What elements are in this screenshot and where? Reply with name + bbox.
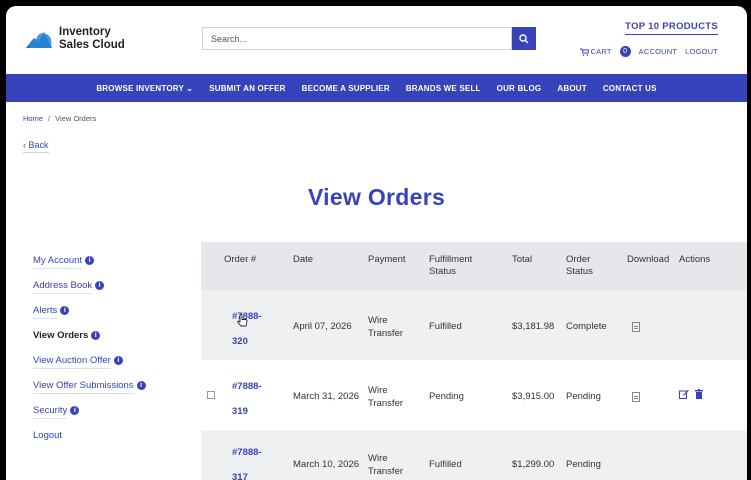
search-icon xyxy=(519,33,529,43)
order-payment: Wire Transfer xyxy=(368,453,404,477)
sidebar-item-alerts[interactable]: Alerts i xyxy=(33,305,146,330)
order-fulfillment: Pending xyxy=(429,391,464,402)
table-row: #7888- 320 April 07, 2026 Wire Transfer Fu… xyxy=(201,290,747,360)
header-utility-links: CART 0 ACCOUNT LOGOUT xyxy=(579,46,718,57)
sidebar-item-logout[interactable]: Logout xyxy=(33,430,146,455)
edit-icon[interactable] xyxy=(679,389,689,399)
col-fulfillment: Fulfillment Status xyxy=(429,254,473,277)
download-document-icon[interactable] xyxy=(632,322,640,332)
nav-contact[interactable]: CONTACT US xyxy=(603,84,657,93)
cart-count-badge: 0 xyxy=(619,46,631,57)
orders-table: Order # Date Payment Fulfillment Status T… xyxy=(201,242,747,480)
col-date: Date xyxy=(293,254,314,265)
chevron-down-icon: ⌄ xyxy=(186,83,194,93)
cart-link[interactable]: CART xyxy=(591,47,612,56)
cloud-logo-icon xyxy=(26,32,52,48)
trash-icon[interactable] xyxy=(695,389,703,399)
info-icon: i xyxy=(113,356,123,365)
breadcrumb-current: View Orders xyxy=(55,114,97,123)
order-date: March 31, 2026 xyxy=(293,391,360,402)
site-header: Inventory Sales Cloud Search... TOP 10 P… xyxy=(6,6,747,74)
col-actions: Actions xyxy=(679,254,711,265)
back-link[interactable]: ‹ Back xyxy=(23,140,49,153)
order-date: April 07, 2026 xyxy=(293,321,352,332)
sidebar-item-view-offer-submissions[interactable]: View Offer Submissions i xyxy=(33,380,146,405)
order-fulfillment: Fulfilled xyxy=(429,459,462,470)
sidebar-item-my-account[interactable]: My Account i xyxy=(33,255,146,280)
order-total: $1,299.00 xyxy=(512,459,555,470)
info-icon: i xyxy=(91,331,101,340)
order-status: Complete xyxy=(566,321,607,332)
search-button[interactable] xyxy=(512,27,536,50)
info-icon: i xyxy=(60,306,70,315)
info-icon: i xyxy=(136,381,146,390)
sidebar-item-security[interactable]: Security i xyxy=(33,405,146,430)
table-header: Order # Date Payment Fulfillment Status T… xyxy=(201,242,747,290)
order-total: $3,181.98 xyxy=(512,321,555,332)
order-fulfillment: Fulfilled xyxy=(429,321,462,332)
logout-link[interactable]: LOGOUT xyxy=(685,47,718,56)
nav-blog[interactable]: OUR BLOG xyxy=(497,84,542,93)
table-row: #7888- 319 March 31, 2026 Wire Transfer Pe… xyxy=(201,360,747,430)
brand-line-2: Sales Cloud xyxy=(59,39,125,51)
mouse-cursor-icon xyxy=(237,314,248,327)
nav-become-supplier[interactable]: BECOME A SUPPLIER xyxy=(302,84,390,93)
order-date: March 10, 2026 xyxy=(293,459,360,470)
order-total: $3,915.00 xyxy=(512,391,555,402)
table-row: #7888- 317 March 10, 2026 Wire Transfer Fu… xyxy=(201,430,747,480)
nav-browse-inventory[interactable]: BROWSE INVENTORY ⌄ xyxy=(96,84,193,93)
col-order-status: Order Status xyxy=(566,254,593,277)
download-document-icon[interactable] xyxy=(632,392,640,402)
order-number-link[interactable]: #7888- 319 xyxy=(232,380,262,418)
top-products-link[interactable]: TOP 10 PRODUCTS xyxy=(625,21,718,35)
order-status: Pending xyxy=(566,391,601,402)
order-status: Pending xyxy=(566,459,601,470)
brand-line-1: Inventory xyxy=(59,26,111,38)
col-total: Total xyxy=(512,254,533,265)
order-number-link[interactable]: #7888- 317 xyxy=(232,446,262,480)
order-payment: Wire Transfer xyxy=(368,315,404,339)
cart-icon xyxy=(579,48,589,56)
row-select-checkbox[interactable] xyxy=(207,391,215,399)
site-logo[interactable]: Inventory Sales Cloud xyxy=(24,26,125,52)
col-order: Order # xyxy=(224,254,257,265)
breadcrumb-home[interactable]: Home xyxy=(23,114,43,123)
browser-page: Inventory Sales Cloud Search... TOP 10 P… xyxy=(6,6,747,480)
account-sidebar: My Account i Address Book i Alerts i View O… xyxy=(33,255,146,455)
order-payment: Wire Transfer xyxy=(368,385,404,409)
main-nav: BROWSE INVENTORY ⌄ SUBMIT AN OFFER BECOM… xyxy=(6,74,747,102)
info-icon: i xyxy=(85,256,95,265)
page-title: View Orders xyxy=(307,184,446,210)
info-icon: i xyxy=(95,281,105,290)
sidebar-item-address-book[interactable]: Address Book i xyxy=(33,280,146,305)
sidebar-item-view-auction-offer[interactable]: View Auction Offer i xyxy=(33,355,146,380)
nav-submit-offer[interactable]: SUBMIT AN OFFER xyxy=(209,84,285,93)
search-input[interactable]: Search... xyxy=(202,27,512,50)
info-icon: i xyxy=(70,406,80,415)
nav-brands[interactable]: BRANDS WE SELL xyxy=(406,84,481,93)
breadcrumb: Home / View Orders xyxy=(23,114,97,123)
col-download: Download xyxy=(627,254,670,265)
nav-about[interactable]: ABOUT xyxy=(557,84,586,93)
account-link[interactable]: ACCOUNT xyxy=(639,47,677,56)
sidebar-item-view-orders[interactable]: View Orders i xyxy=(33,330,146,355)
col-payment: Payment xyxy=(368,254,406,265)
